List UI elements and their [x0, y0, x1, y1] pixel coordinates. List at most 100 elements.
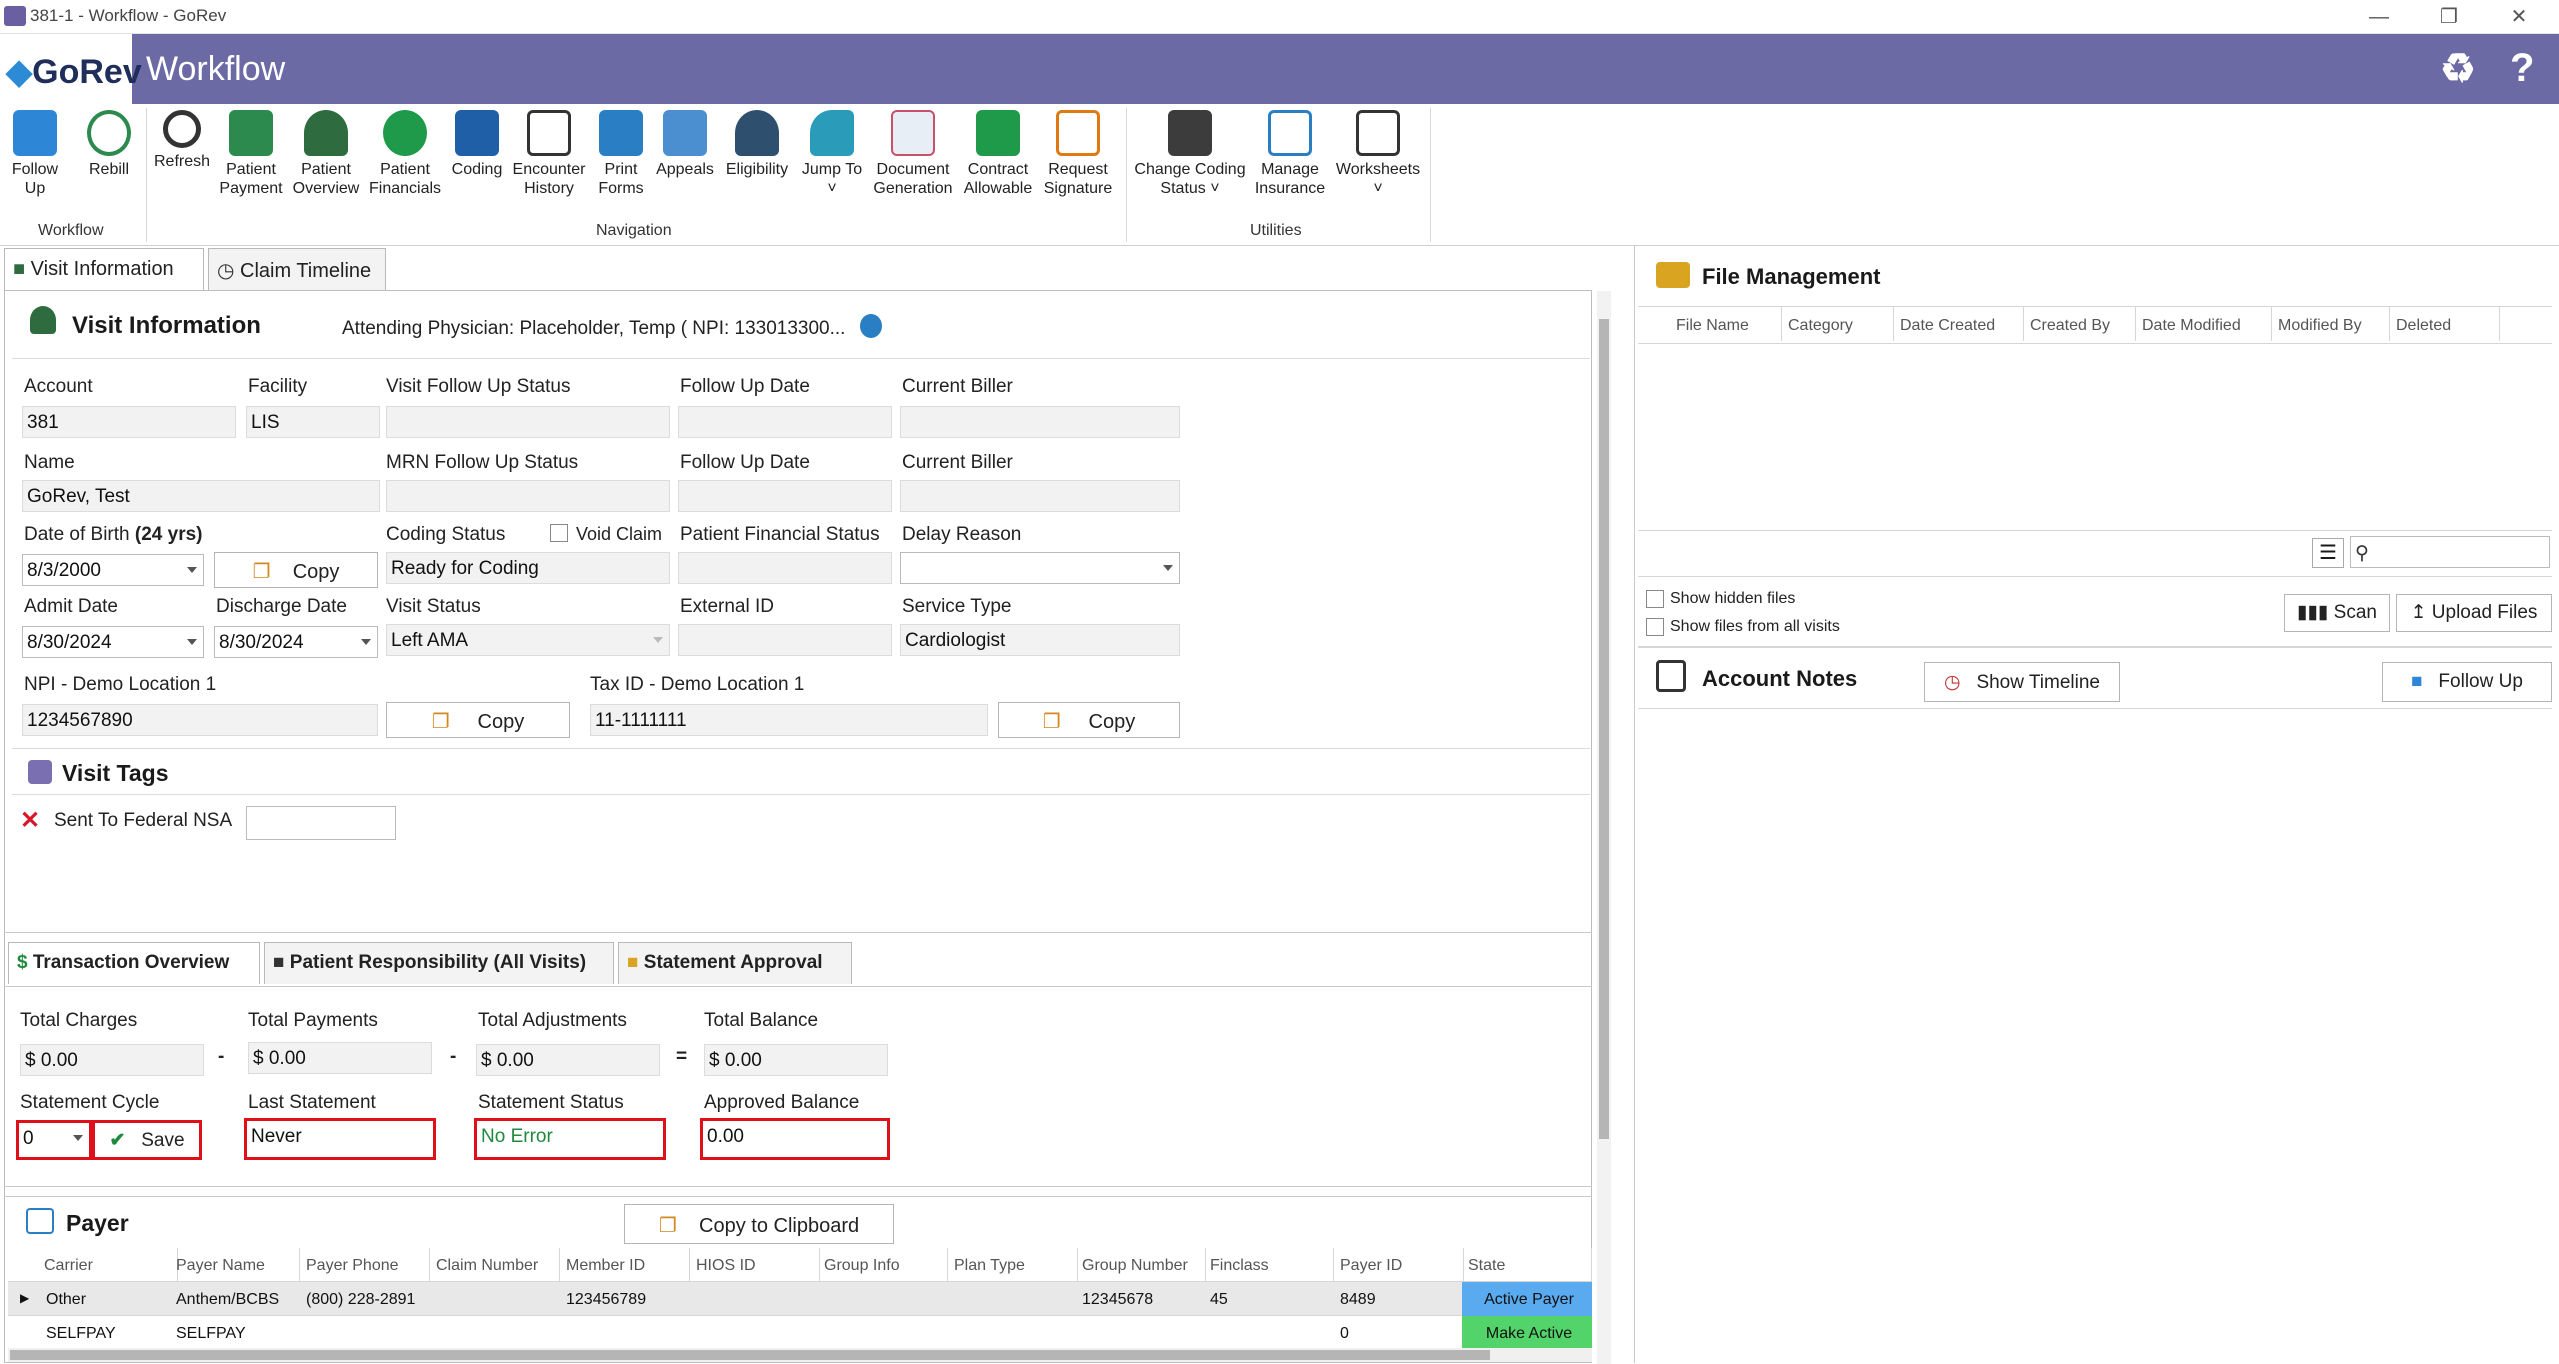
tab-visit-information[interactable]: ■ Visit Information	[4, 248, 204, 290]
patient-payment-icon: ■	[273, 952, 285, 973]
refresh-button[interactable]: Refresh	[152, 110, 212, 171]
copy-to-clipboard-button[interactable]: ❐ Copy to Clipboard	[624, 1204, 894, 1244]
delay-reason-dropdown[interactable]	[900, 552, 1180, 584]
change-coding-status-button[interactable]: Change Coding Status ˅	[1132, 110, 1248, 198]
print-forms-button[interactable]: Print Forms	[594, 110, 648, 198]
horizontal-scrollbar-thumb[interactable]	[10, 1350, 1490, 1360]
close-button[interactable]: ✕	[2484, 0, 2554, 34]
col-state[interactable]: State	[1462, 1248, 1592, 1282]
save-stmt-cycle-button[interactable]: ✔ Save	[92, 1120, 202, 1160]
document-generation-button[interactable]: Document Generation	[872, 110, 954, 198]
scan-button[interactable]: ▮▮▮ Scan	[2284, 594, 2390, 632]
cell-payer-id: 0	[1340, 1325, 1349, 1342]
rebill-button[interactable]: Rebill	[82, 110, 136, 179]
stmt-status-label: Statement Status	[478, 1092, 624, 1113]
col-member-id[interactable]: Member ID	[560, 1248, 690, 1282]
encounter-history-button[interactable]: Encounter History	[510, 110, 588, 198]
help-icon[interactable]: ?	[2510, 46, 2534, 91]
dob-field[interactable]: 8/3/2000	[22, 554, 204, 586]
admit-date-field[interactable]: 8/30/2024	[22, 626, 204, 658]
table-row[interactable]: ▶ Other Anthem/BCBS (800) 228-2891 12345…	[8, 1282, 1592, 1316]
copy-icon: ❐	[658, 1215, 677, 1237]
fu-date-label: Follow Up Date	[680, 376, 810, 397]
scrollbar-thumb[interactable]	[1599, 319, 1609, 1139]
menu-icon[interactable]: ☰	[2312, 538, 2344, 568]
col-payer-name[interactable]: Payer Name	[170, 1248, 300, 1282]
show-hidden-checkbox[interactable]	[1646, 590, 1664, 608]
col-deleted[interactable]: Deleted	[2390, 307, 2500, 341]
col-date-created[interactable]: Date Created	[1894, 307, 2024, 341]
current-biller-label: Current Biller	[902, 376, 1013, 397]
user-keys-icon[interactable]: ♻	[2440, 46, 2476, 92]
refresh-icon	[163, 110, 201, 148]
discharge-date-field[interactable]: 8/30/2024	[214, 626, 378, 658]
upload-files-button[interactable]: ↥ Upload Files	[2396, 594, 2552, 632]
worksheets-button[interactable]: Worksheets ˅	[1334, 110, 1422, 198]
show-all-visits-checkbox[interactable]	[1646, 618, 1664, 636]
tag-sent-federal-nsa: Sent To Federal NSA	[54, 810, 233, 831]
col-payer-id[interactable]: Payer ID	[1334, 1248, 1464, 1282]
col-created-by[interactable]: Created By	[2024, 307, 2136, 341]
visit-fu-status-label: Visit Follow Up Status	[386, 376, 571, 397]
tab-statement-approval[interactable]: ■ Statement Approval	[618, 942, 852, 984]
appeals-button[interactable]: Appeals	[654, 110, 716, 179]
patient-financials-button[interactable]: Patient Financials	[368, 110, 442, 198]
signature-pen-icon	[1056, 110, 1100, 156]
delay-reason-label: Delay Reason	[902, 524, 1022, 545]
col-group-number[interactable]: Group Number	[1076, 1248, 1206, 1282]
file-search-input[interactable]: ⚲	[2350, 536, 2550, 568]
tab-patient-responsibility[interactable]: ■ Patient Responsibility (All Visits)	[264, 942, 614, 984]
table-row[interactable]: SELFPAY SELFPAY 0 Make Active	[8, 1316, 1592, 1350]
row-expander-icon[interactable]: ▶	[16, 1282, 36, 1316]
make-active-button[interactable]: Make Active	[1462, 1316, 1592, 1350]
col-plan-type[interactable]: Plan Type	[948, 1248, 1078, 1282]
pfs-label: Patient Financial Status	[680, 524, 880, 545]
tag-value-input[interactable]	[246, 806, 396, 840]
manage-insurance-button[interactable]: Manage Insurance	[1252, 110, 1328, 198]
coding-button[interactable]: Coding	[448, 110, 506, 179]
fu-date2-field	[678, 480, 892, 512]
copy-npi-button[interactable]: ❐ Copy	[386, 702, 570, 738]
col-modified-by[interactable]: Modified By	[2272, 307, 2390, 341]
show-timeline-button[interactable]: ◷ Show Timeline	[1924, 662, 2120, 702]
follow-up-notes-button[interactable]: ■ Follow Up	[2382, 662, 2552, 702]
follow-up-ribbon-button[interactable]: Follow Up	[8, 110, 62, 198]
fu-date2-label: Follow Up Date	[680, 452, 810, 473]
service-type-label: Service Type	[902, 596, 1012, 617]
col-date-modified[interactable]: Date Modified	[2136, 307, 2272, 341]
tab-transaction-overview[interactable]: $ Transaction Overview	[8, 942, 260, 984]
request-signature-button[interactable]: Request Signature	[1042, 110, 1114, 198]
physician-icon[interactable]	[860, 314, 882, 338]
window-title: 381-1 - Workflow - GoRev	[30, 6, 227, 25]
dollar-icon	[383, 110, 427, 156]
patient-payment-icon	[229, 110, 273, 156]
col-file-name[interactable]: File Name	[1670, 307, 1782, 341]
ribbon-toolbar: Follow Up Rebill Workflow Refresh Patient…	[0, 104, 2559, 246]
void-claim-checkbox[interactable]	[550, 524, 568, 542]
col-payer-phone[interactable]: Payer Phone	[300, 1248, 430, 1282]
col-finclass[interactable]: Finclass	[1204, 1248, 1334, 1282]
copy-dob-button[interactable]: ❐ Copy	[214, 552, 378, 588]
total-balance-field: $ 0.00	[704, 1044, 888, 1076]
patient-payment-button[interactable]: Patient Payment	[218, 110, 284, 198]
contract-allowable-button[interactable]: Contract Allowable	[962, 110, 1034, 198]
cell-member-id: 123456789	[566, 1291, 647, 1308]
minimize-button[interactable]: —	[2344, 0, 2414, 34]
tab-claim-timeline[interactable]: ◷ Claim Timeline	[208, 248, 386, 290]
patient-overview-button[interactable]: Patient Overview	[290, 110, 362, 198]
jump-to-button[interactable]: Jump To ˅	[798, 110, 866, 198]
stmt-cycle-dropdown[interactable]: 0	[16, 1120, 92, 1160]
col-claim-number[interactable]: Claim Number	[430, 1248, 560, 1282]
coding-status-icon	[1168, 110, 1212, 156]
active-payer-badge[interactable]: Active Payer	[1462, 1282, 1592, 1316]
remove-tag-icon[interactable]: ✕	[20, 806, 40, 835]
col-category[interactable]: Category	[1782, 307, 1894, 341]
eligibility-icon	[735, 110, 779, 156]
col-group-info[interactable]: Group Info	[818, 1248, 948, 1282]
copy-tax-id-button[interactable]: ❐ Copy	[998, 702, 1180, 738]
col-hios-id[interactable]: HIOS ID	[690, 1248, 820, 1282]
col-carrier[interactable]: Carrier	[38, 1248, 178, 1282]
restore-button[interactable]: ❐	[2414, 0, 2484, 34]
eligibility-button[interactable]: Eligibility	[720, 110, 794, 179]
name-label: Name	[24, 452, 75, 473]
